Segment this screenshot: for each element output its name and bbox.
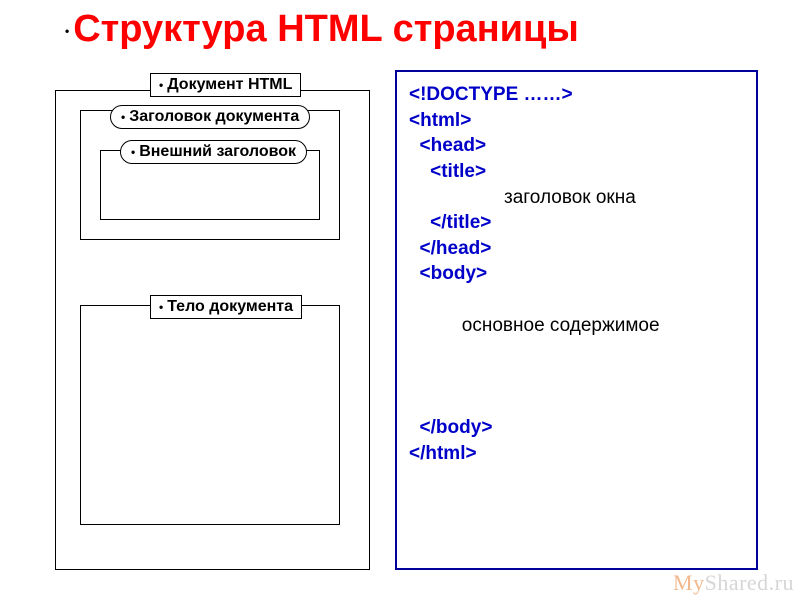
code-head-close: </head> bbox=[409, 238, 491, 259]
code-title-close: </title> bbox=[409, 212, 491, 233]
watermark-left: My bbox=[673, 570, 705, 595]
doc-label: Документ HTML bbox=[167, 76, 292, 93]
code-body-open: <body> bbox=[409, 263, 487, 284]
body-section-box bbox=[80, 305, 340, 525]
code-blank bbox=[409, 289, 414, 310]
bullet-icon: • bbox=[131, 145, 135, 159]
code-panel: <!DOCTYPE ……> <html> <head> <title> заго… bbox=[395, 70, 758, 570]
code-body-text: основное содержимое bbox=[409, 315, 660, 336]
body-label: Тело документа bbox=[167, 298, 293, 315]
title-inner-label: Внешний заголовок bbox=[139, 143, 296, 160]
body-label-box: • Тело документа bbox=[150, 295, 302, 319]
slide-title-text: Структура HTML страницы bbox=[73, 8, 579, 50]
watermark: MyShared.ru bbox=[673, 570, 794, 596]
bullet-icon: • bbox=[121, 110, 125, 124]
code-html-open: <html> bbox=[409, 110, 471, 131]
title-label-box: • Внешний заголовок bbox=[120, 140, 307, 164]
bullet-icon: • bbox=[65, 24, 69, 38]
code-blank4 bbox=[409, 392, 414, 413]
head-label: Заголовок документа bbox=[129, 108, 299, 125]
bullet-icon: • bbox=[159, 300, 163, 314]
code-head-open: <head> bbox=[409, 135, 486, 156]
code-blank2 bbox=[409, 340, 414, 361]
doc-label-box: • Документ HTML bbox=[150, 73, 301, 97]
code-body-close: </body> bbox=[409, 417, 492, 438]
slide-title: • Структура HTML страницы bbox=[65, 8, 579, 51]
code-title-text: заголовок окна bbox=[409, 187, 636, 208]
watermark-right: Shared.ru bbox=[705, 570, 794, 595]
code-title-open: <title> bbox=[409, 161, 486, 182]
head-label-box: • Заголовок документа bbox=[110, 105, 310, 129]
code-blank3 bbox=[409, 366, 414, 387]
bullet-icon: • bbox=[159, 78, 163, 92]
code-doctype: <!DOCTYPE ……> bbox=[409, 84, 573, 105]
code-html-close: </html> bbox=[409, 443, 477, 464]
